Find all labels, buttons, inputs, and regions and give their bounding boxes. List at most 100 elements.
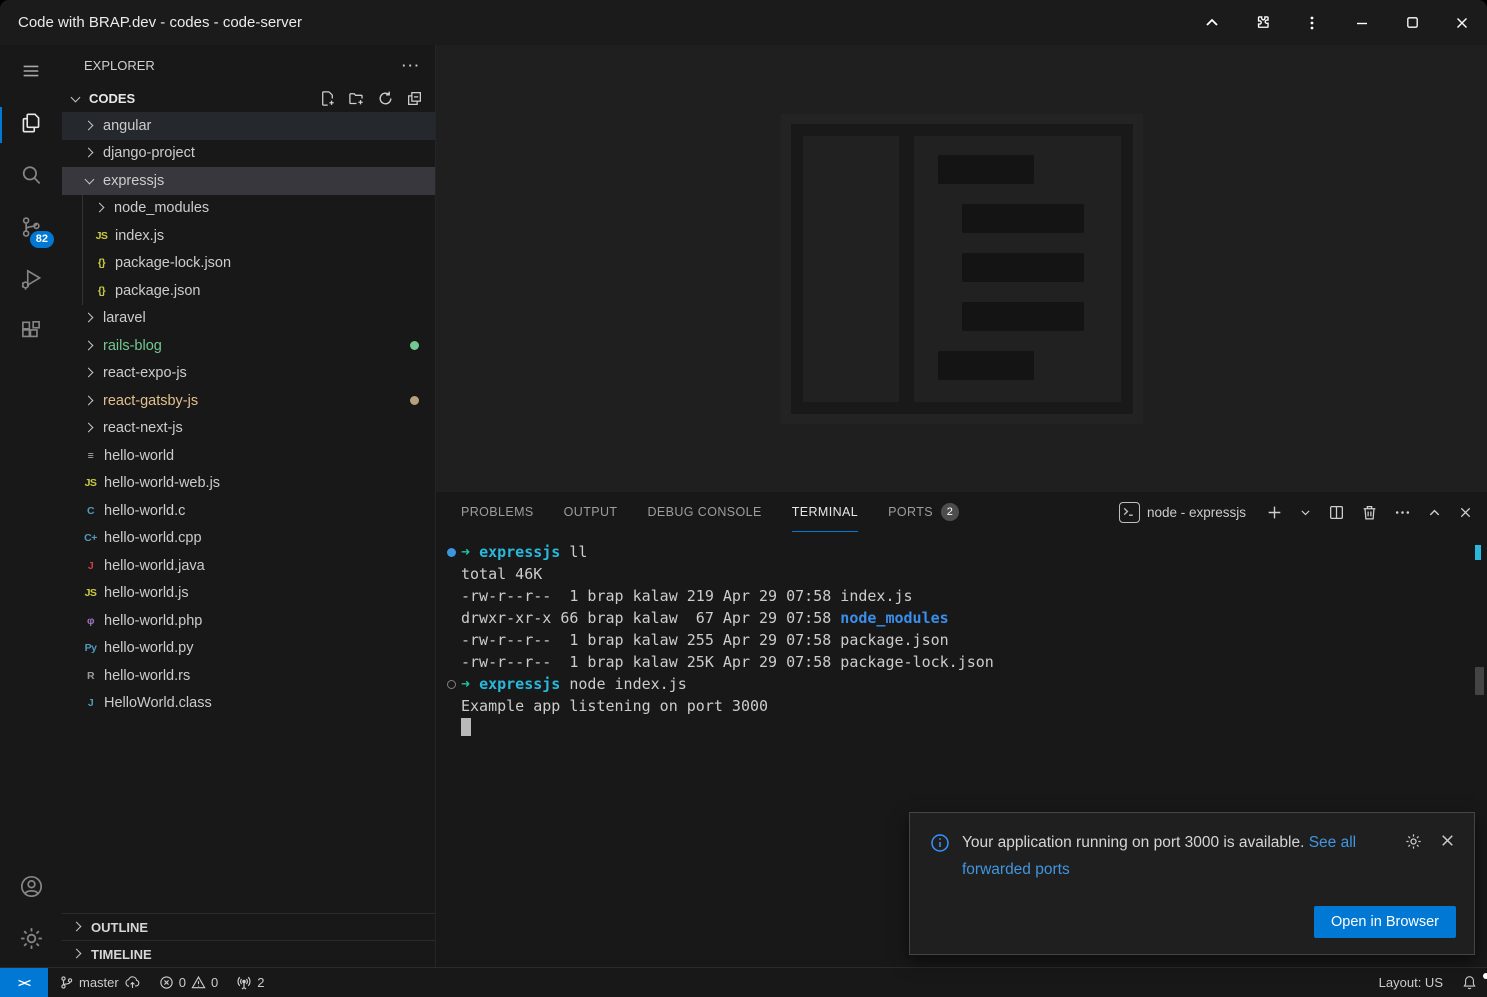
tab-label: OUTPUT bbox=[564, 505, 618, 519]
minimize-icon bbox=[1354, 15, 1370, 31]
tree-item-hello-world.php[interactable]: φhello-world.php bbox=[62, 607, 435, 635]
tree-item-angular[interactable]: angular bbox=[62, 112, 435, 140]
panel-tabs: PROBLEMS OUTPUT DEBUG CONSOLE TERMINAL PORTS… bbox=[461, 492, 959, 532]
keyboard-layout-status[interactable]: Layout: US bbox=[1370, 968, 1452, 997]
tree-item-label: hello-world.js bbox=[104, 585, 189, 601]
tree-item-label: rails-blog bbox=[103, 338, 162, 354]
warning-count: 0 bbox=[211, 975, 218, 990]
notification-toast: Your application running on port 3000 is… bbox=[909, 812, 1475, 955]
notification-dot bbox=[1483, 973, 1487, 979]
tree-item-hello-world.js[interactable]: JShello-world.js bbox=[62, 580, 435, 608]
hide-toolbar-button[interactable] bbox=[1187, 0, 1237, 45]
collapse-folders-button[interactable] bbox=[406, 90, 423, 107]
timeline-section-header[interactable]: TIMELINE bbox=[62, 940, 435, 967]
file-file-icon: ≡ bbox=[82, 450, 99, 462]
sidebar-item-search[interactable] bbox=[0, 151, 62, 203]
tab-output[interactable]: OUTPUT bbox=[564, 492, 618, 532]
new-terminal-button[interactable] bbox=[1266, 504, 1283, 521]
explorer-more-button[interactable]: ··· bbox=[402, 58, 421, 73]
tree-item-hello-world.py[interactable]: Pyhello-world.py bbox=[62, 635, 435, 663]
tree-item-react-expo-js[interactable]: react-expo-js bbox=[62, 360, 435, 388]
terminal-text: drwxr-xr-x 66 brap kalaw 67 Apr 29 07:58 bbox=[461, 609, 840, 627]
chevron-right-icon bbox=[70, 946, 86, 962]
hamburger-menu-icon bbox=[20, 60, 42, 87]
maximize-panel-button[interactable] bbox=[1427, 505, 1442, 520]
remote-indicator[interactable]: >< bbox=[0, 968, 48, 997]
tree-item-expressjs[interactable]: expressjs bbox=[62, 167, 435, 195]
warning-icon bbox=[191, 975, 206, 990]
outline-section-header[interactable]: OUTLINE bbox=[62, 913, 435, 940]
tree-item-hello-world-web.js[interactable]: JShello-world-web.js bbox=[62, 470, 435, 498]
sidebar-item-source-control[interactable]: 82 bbox=[0, 203, 62, 255]
tree-item-react-next-js[interactable]: react-next-js bbox=[62, 415, 435, 443]
command-decoration-hollow[interactable] bbox=[447, 680, 456, 689]
tree-item-hello-world.java[interactable]: Jhello-world.java bbox=[62, 552, 435, 580]
problems-status[interactable]: 0 0 bbox=[150, 968, 227, 997]
panel-more-actions-button[interactable] bbox=[1394, 504, 1411, 521]
new-file-button[interactable] bbox=[319, 90, 336, 107]
terminal-dropdown-button[interactable] bbox=[1299, 506, 1312, 519]
class-file-icon: J bbox=[82, 697, 99, 709]
tab-terminal[interactable]: TERMINAL bbox=[792, 492, 858, 532]
notification-close-button[interactable] bbox=[1439, 832, 1456, 851]
tree-item-package-lock.json[interactable]: {}package-lock.json bbox=[62, 250, 435, 278]
terminal-scrollbar-thumb[interactable] bbox=[1475, 667, 1484, 695]
tree-item-react-gatsby-js[interactable]: react-gatsby-js bbox=[62, 387, 435, 415]
sidebar-item-extensions[interactable] bbox=[0, 307, 62, 359]
status-bar: >< master 0 bbox=[0, 967, 1487, 997]
outline-section-title: OUTLINE bbox=[91, 920, 148, 935]
tab-ports[interactable]: PORTS2 bbox=[888, 492, 959, 532]
tree-item-hello-world.c[interactable]: Chello-world.c bbox=[62, 497, 435, 525]
notifications-bell-button[interactable] bbox=[1452, 968, 1487, 997]
command-decoration-filled[interactable] bbox=[447, 548, 456, 557]
maximize-button[interactable] bbox=[1387, 0, 1437, 45]
minimize-button[interactable] bbox=[1337, 0, 1387, 45]
tree-item-django-project[interactable]: django-project bbox=[62, 140, 435, 168]
settings-button[interactable] bbox=[0, 915, 62, 967]
menu-button[interactable] bbox=[0, 47, 62, 99]
terminal-instance-tab[interactable]: node - expressjs bbox=[1119, 502, 1246, 523]
tab-debug-console[interactable]: DEBUG CONSOLE bbox=[647, 492, 761, 532]
terminal-line: total 46K bbox=[461, 563, 1467, 585]
sidebar-item-run-debug[interactable] bbox=[0, 255, 62, 307]
tree-item-laravel[interactable]: laravel bbox=[62, 305, 435, 333]
tree-item-index.js[interactable]: JSindex.js bbox=[62, 222, 435, 250]
tree-item-node_modules[interactable]: node_modules bbox=[62, 195, 435, 223]
terminal-line: -rw-r--r-- 1 brap kalaw 255 Apr 29 07:58… bbox=[461, 629, 1467, 651]
codes-section-header[interactable]: CODES bbox=[62, 85, 435, 112]
split-terminal-button[interactable] bbox=[1328, 504, 1345, 521]
sidebar-item-explorer[interactable] bbox=[0, 99, 62, 151]
forwarded-ports-status[interactable]: 2 bbox=[227, 968, 273, 997]
open-in-browser-button[interactable]: Open in Browser bbox=[1314, 906, 1456, 938]
refresh-button[interactable] bbox=[377, 90, 394, 107]
tree-item-hello-world.rs[interactable]: Rhello-world.rs bbox=[62, 662, 435, 690]
close-window-button[interactable] bbox=[1437, 0, 1487, 45]
error-icon bbox=[159, 975, 174, 990]
new-folder-button[interactable] bbox=[348, 90, 365, 107]
account-button[interactable] bbox=[0, 863, 62, 915]
codes-section-actions bbox=[319, 90, 435, 107]
terminal-text: node_modules bbox=[840, 609, 948, 627]
terminal-line: ➜ expressjs ll bbox=[461, 541, 1467, 563]
tree-item-label: hello-world.php bbox=[104, 613, 202, 629]
notification-settings-button[interactable] bbox=[1404, 832, 1423, 851]
terminal-text: expressjs bbox=[479, 543, 569, 561]
cloud-upload-icon bbox=[124, 974, 141, 991]
tree-item-hello-world[interactable]: ≡hello-world bbox=[62, 442, 435, 470]
tree-item-hello-world.cpp[interactable]: C+hello-world.cpp bbox=[62, 525, 435, 553]
terminal-line: -rw-r--r-- 1 brap kalaw 25K Apr 29 07:58… bbox=[461, 651, 1467, 673]
kill-terminal-button[interactable] bbox=[1361, 504, 1378, 521]
git-branch-label: master bbox=[79, 975, 119, 990]
git-branch-status[interactable]: master bbox=[50, 968, 150, 997]
tree-item-label: angular bbox=[103, 118, 151, 134]
title-bar: Code with BRAP.dev - codes - code-server bbox=[0, 0, 1487, 45]
tree-item-HelloWorld.class[interactable]: JHelloWorld.class bbox=[62, 690, 435, 718]
close-panel-button[interactable] bbox=[1458, 505, 1473, 520]
tree-item-rails-blog[interactable]: rails-blog bbox=[62, 332, 435, 360]
tab-problems[interactable]: PROBLEMS bbox=[461, 492, 534, 532]
browser-menu-button[interactable] bbox=[1287, 0, 1337, 45]
tree-item-package.json[interactable]: {}package.json bbox=[62, 277, 435, 305]
tree-item-label: package-lock.json bbox=[115, 255, 231, 271]
browser-extensions-button[interactable] bbox=[1237, 0, 1287, 45]
codes-section-title: CODES bbox=[89, 91, 135, 106]
